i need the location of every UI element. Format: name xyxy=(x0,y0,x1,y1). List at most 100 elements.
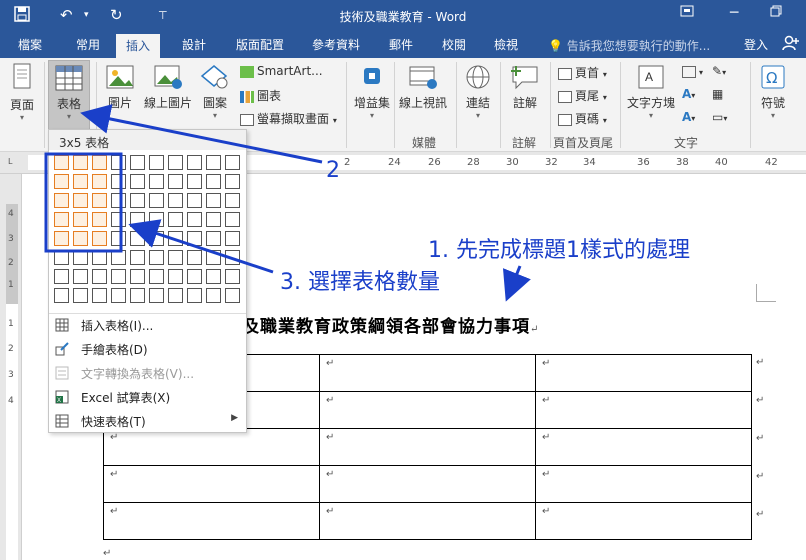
insert-table-dropdown[interactable]: 3x5 表格 插入表格(I)... 手繪表格(D) 文字轉換為表格(V)... … xyxy=(48,129,247,433)
document-heading[interactable]: 及職業教育政策綱領各部會協力事項↵ xyxy=(242,312,539,337)
shapes-button[interactable]: 圖案 ▾ xyxy=(198,64,232,120)
grid-cell[interactable] xyxy=(54,250,69,265)
grid-cell[interactable] xyxy=(92,250,107,265)
table-cell[interactable]: ↵ xyxy=(103,465,320,503)
grid-cell[interactable] xyxy=(73,155,88,170)
grid-cell[interactable] xyxy=(130,231,145,246)
grid-cell[interactable] xyxy=(187,212,202,227)
chart-button[interactable]: 圖表 xyxy=(240,87,281,104)
grid-cell[interactable] xyxy=(111,250,126,265)
addins-button[interactable]: 增益集 ▾ xyxy=(354,64,390,120)
grid-cell[interactable] xyxy=(225,250,240,265)
grid-cell[interactable] xyxy=(149,193,164,208)
grid-cell[interactable] xyxy=(225,174,240,189)
grid-cell[interactable] xyxy=(206,269,221,284)
grid-cell[interactable] xyxy=(73,250,88,265)
excel-spreadsheet-item[interactable]: X Excel 試算表(X) xyxy=(49,385,246,409)
symbol-button[interactable]: Ω 符號 ▾ xyxy=(756,64,790,120)
table-cell[interactable]: ↵ xyxy=(103,502,320,540)
link-button[interactable]: 連結 ▾ xyxy=(462,64,494,120)
grid-cell[interactable] xyxy=(54,155,69,170)
grid-cell[interactable] xyxy=(168,212,183,227)
grid-cell[interactable] xyxy=(111,231,126,246)
grid-cell[interactable] xyxy=(130,269,145,284)
footer-button[interactable]: 頁尾 ▾ xyxy=(558,87,607,104)
tab-layout[interactable]: 版面配置 xyxy=(236,36,284,53)
page-number-button[interactable]: 頁碼 ▾ xyxy=(558,110,607,127)
grid-cell[interactable] xyxy=(149,269,164,284)
tab-mailings[interactable]: 郵件 xyxy=(389,36,413,53)
table-cell[interactable]: ↵ xyxy=(319,465,536,503)
tab-review[interactable]: 校閱 xyxy=(442,36,466,53)
table-cell[interactable]: ↵ xyxy=(535,391,752,429)
quick-parts-icon[interactable]: ▾ xyxy=(682,64,703,78)
grid-cell[interactable] xyxy=(130,155,145,170)
grid-cell[interactable] xyxy=(130,193,145,208)
grid-cell[interactable] xyxy=(206,288,221,303)
grid-cell[interactable] xyxy=(225,288,240,303)
ribbon-display-icon[interactable] xyxy=(680,5,694,21)
grid-cell[interactable] xyxy=(54,288,69,303)
grid-cell[interactable] xyxy=(73,212,88,227)
page-button[interactable]: 頁面 ▾ xyxy=(6,62,38,122)
quick-tables-item[interactable]: 快速表格(T) ▶ xyxy=(49,409,246,433)
grid-cell[interactable] xyxy=(225,212,240,227)
grid-cell[interactable] xyxy=(225,269,240,284)
grid-cell[interactable] xyxy=(92,269,107,284)
grid-cell[interactable] xyxy=(168,155,183,170)
grid-cell[interactable] xyxy=(187,174,202,189)
grid-cell[interactable] xyxy=(187,193,202,208)
grid-cell[interactable] xyxy=(111,193,126,208)
grid-cell[interactable] xyxy=(206,193,221,208)
tab-design[interactable]: 設計 xyxy=(182,36,206,53)
grid-cell[interactable] xyxy=(92,288,107,303)
grid-cell[interactable] xyxy=(168,250,183,265)
grid-cell[interactable] xyxy=(92,174,107,189)
grid-cell[interactable] xyxy=(149,212,164,227)
table-cell[interactable]: ↵ xyxy=(319,354,536,392)
smartart-button[interactable]: SmartArt... xyxy=(240,64,323,78)
grid-cell[interactable] xyxy=(187,231,202,246)
grid-cell[interactable] xyxy=(149,174,164,189)
grid-cell[interactable] xyxy=(206,155,221,170)
textbox-button[interactable]: A 文字方塊 ▾ xyxy=(624,64,678,120)
grid-cell[interactable] xyxy=(54,269,69,284)
grid-cell[interactable] xyxy=(130,250,145,265)
grid-cell[interactable] xyxy=(206,250,221,265)
minimize-icon[interactable]: ─ xyxy=(730,5,738,21)
grid-cell[interactable] xyxy=(187,269,202,284)
sign-in-link[interactable]: 登入 xyxy=(744,36,768,53)
tab-selector-icon[interactable]: L xyxy=(8,157,12,166)
grid-cell[interactable] xyxy=(130,174,145,189)
grid-cell[interactable] xyxy=(92,193,107,208)
screenshot-button[interactable]: 螢幕擷取畫面 ▾ xyxy=(240,110,337,127)
grid-cell[interactable] xyxy=(149,231,164,246)
grid-cell[interactable] xyxy=(54,174,69,189)
share-icon[interactable] xyxy=(782,34,800,56)
insert-table-item[interactable]: 插入表格(I)... xyxy=(49,313,246,337)
table-button[interactable]: 表格 ▾ xyxy=(48,60,90,130)
header-button[interactable]: 頁首 ▾ xyxy=(558,64,607,81)
grid-cell[interactable] xyxy=(130,288,145,303)
draw-table-item[interactable]: 手繪表格(D) xyxy=(49,337,246,361)
tab-insert[interactable]: 插入 xyxy=(116,34,161,58)
grid-cell[interactable] xyxy=(73,193,88,208)
date-time-icon[interactable]: ▦ xyxy=(712,87,723,101)
grid-cell[interactable] xyxy=(168,174,183,189)
table-cell[interactable]: ↵ xyxy=(319,502,536,540)
grid-cell[interactable] xyxy=(168,288,183,303)
grid-cell[interactable] xyxy=(206,231,221,246)
tab-references[interactable]: 參考資料 xyxy=(312,36,360,53)
grid-cell[interactable] xyxy=(111,212,126,227)
table-cell[interactable]: ↵ xyxy=(535,502,752,540)
grid-cell[interactable] xyxy=(54,231,69,246)
grid-cell[interactable] xyxy=(187,155,202,170)
tab-view[interactable]: 檢視 xyxy=(494,36,518,53)
grid-cell[interactable] xyxy=(73,174,88,189)
signature-line-icon[interactable]: ✎▾ xyxy=(712,64,726,78)
grid-cell[interactable] xyxy=(73,269,88,284)
grid-cell[interactable] xyxy=(73,231,88,246)
online-video-button[interactable]: 線上視訊 xyxy=(398,64,448,111)
table-cell[interactable]: ↵ xyxy=(103,428,320,466)
grid-cell[interactable] xyxy=(73,288,88,303)
